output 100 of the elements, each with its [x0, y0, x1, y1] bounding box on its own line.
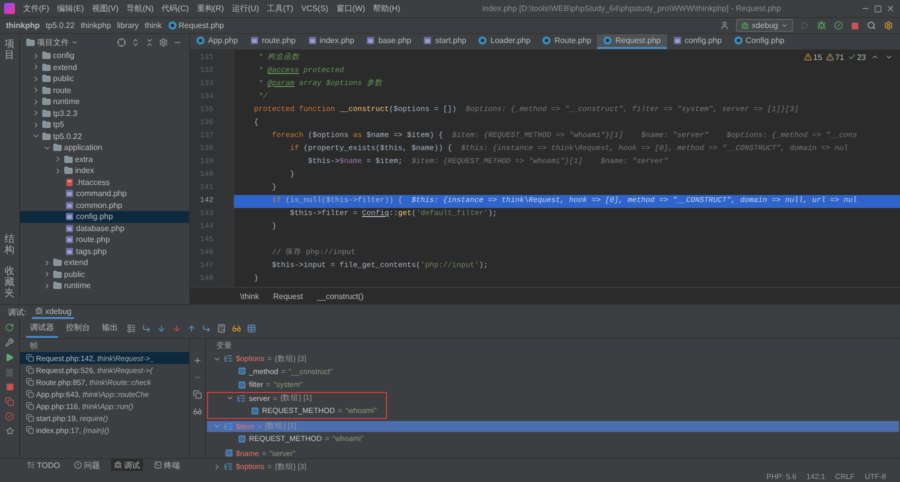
- editor-tab[interactable]: index.php: [302, 34, 360, 49]
- close-button[interactable]: [885, 3, 896, 14]
- editor-tab[interactable]: base.php: [360, 34, 418, 49]
- tree-item[interactable]: public: [20, 268, 189, 280]
- editor-tab[interactable]: start.php: [417, 34, 472, 49]
- tree-item[interactable]: common.php: [20, 200, 189, 211]
- pause-button[interactable]: [4, 367, 15, 378]
- array-icon: [224, 354, 233, 364]
- menu-item[interactable]: 帮助(H): [370, 2, 404, 15]
- tool-window-button[interactable]: 调试: [110, 459, 143, 472]
- evaluate-button[interactable]: [216, 323, 227, 334]
- bug-icon: [35, 307, 44, 315]
- menu-item[interactable]: 文件(F): [20, 2, 52, 15]
- tree-item[interactable]: tp5.0.22: [20, 130, 189, 142]
- editor-tab[interactable]: route.php: [244, 34, 302, 49]
- breadcrumb-item[interactable]: __construct(): [316, 292, 364, 300]
- weak-warning-count[interactable]: 71: [826, 52, 844, 62]
- tree-item[interactable]: route.php: [20, 234, 189, 246]
- breadcrumb-item[interactable]: Request.php: [168, 21, 224, 30]
- resume-button[interactable]: [4, 352, 15, 363]
- tree-item[interactable]: extend: [20, 257, 189, 268]
- locate-button[interactable]: [116, 36, 127, 48]
- tree-item[interactable]: runtime: [20, 96, 189, 108]
- favorites-button[interactable]: [4, 426, 14, 436]
- tool-window-tab[interactable]: 项目: [4, 38, 16, 62]
- menu-item[interactable]: 视图(V): [88, 2, 122, 15]
- folder-icon: [53, 270, 62, 279]
- maximize-button[interactable]: [873, 4, 883, 14]
- tool-window-button[interactable]: 问题: [70, 459, 103, 472]
- settings-button[interactable]: [4, 337, 15, 348]
- stop-button[interactable]: [850, 20, 860, 30]
- tree-item[interactable]: extend: [20, 62, 189, 73]
- tool-window-button[interactable]: 终端: [150, 459, 183, 472]
- debug-subtab[interactable]: 调试器: [26, 320, 58, 338]
- tree-item[interactable]: database.php: [20, 222, 189, 234]
- menu-item[interactable]: 运行(U): [228, 2, 262, 15]
- force-step-into-button[interactable]: [171, 323, 182, 334]
- tree-item[interactable]: command.php: [20, 188, 189, 200]
- layout-button[interactable]: [126, 323, 137, 334]
- run-to-cursor-button[interactable]: [201, 323, 212, 334]
- step-into-button[interactable]: [156, 323, 167, 334]
- tree-item[interactable]: config.php: [20, 211, 189, 222]
- tree-item[interactable]: extra: [20, 154, 189, 165]
- stop-button[interactable]: [4, 382, 14, 392]
- stop-icon: [851, 22, 859, 30]
- step-over-button[interactable]: [141, 323, 152, 334]
- breadcrumb-item[interactable]: \think: [240, 292, 260, 300]
- menu-item[interactable]: 代码(C): [158, 2, 192, 15]
- tree-item[interactable]: public: [20, 73, 189, 84]
- tree-item[interactable]: tp3.2.3: [20, 108, 189, 119]
- breadcrumb-item[interactable]: think: [144, 21, 162, 30]
- menu-item[interactable]: 编辑(E): [54, 2, 87, 15]
- chevron-down-icon: [885, 53, 893, 61]
- tree-item[interactable]: index: [20, 165, 189, 176]
- watch-button[interactable]: [231, 323, 242, 334]
- search-button[interactable]: [866, 20, 877, 31]
- menu-item[interactable]: 窗口(W): [333, 2, 368, 15]
- tree-item[interactable]: config: [20, 50, 189, 62]
- breadcrumb-item[interactable]: thinkphp: [80, 21, 111, 30]
- tool-window-tab[interactable]: 收藏夹: [4, 265, 16, 300]
- menu-item[interactable]: VCS(S): [298, 3, 332, 14]
- watch-toggle-button[interactable]: [192, 406, 203, 417]
- editor-tab[interactable]: Route.php: [536, 34, 598, 49]
- tree-item[interactable]: application: [20, 142, 189, 154]
- menu-item[interactable]: 重构(R): [194, 2, 227, 15]
- run-config-select[interactable]: xdebug: [736, 19, 793, 32]
- debug-button[interactable]: [816, 20, 827, 31]
- settings-button[interactable]: [158, 36, 169, 48]
- debug-subtab[interactable]: 控制台: [62, 320, 94, 338]
- warning-count[interactable]: 15: [804, 52, 822, 62]
- step-out-button[interactable]: [186, 323, 197, 334]
- copy-button[interactable]: [192, 389, 203, 400]
- breadcrumb-item[interactable]: tp5.0.22: [46, 21, 75, 30]
- tree-item[interactable]: .htaccess: [20, 176, 189, 188]
- tree-item[interactable]: runtime: [20, 280, 189, 292]
- breadcrumb-item[interactable]: library: [116, 21, 139, 30]
- editor-tab[interactable]: Loader.php: [472, 34, 536, 49]
- tree-item[interactable]: tp5: [20, 119, 189, 130]
- table-button[interactable]: [246, 323, 257, 334]
- tool-window-tab[interactable]: 结构: [4, 233, 16, 257]
- tree-item[interactable]: route: [20, 84, 189, 96]
- settings-button[interactable]: [883, 20, 894, 31]
- tree-item[interactable]: tags.php: [20, 246, 189, 257]
- editor-tab[interactable]: Config.php: [728, 34, 790, 49]
- breadcrumb-item[interactable]: Request: [273, 292, 303, 300]
- menu-item[interactable]: 导航(N): [124, 2, 157, 15]
- editor-tab[interactable]: config.php: [666, 34, 728, 49]
- mute-breakpoints-button[interactable]: [4, 411, 15, 422]
- tool-window-button[interactable]: TODO: [24, 459, 63, 472]
- editor-tab[interactable]: Request.php: [597, 34, 667, 49]
- ok-count[interactable]: 23: [848, 52, 866, 62]
- debug-subtab[interactable]: 输出: [98, 320, 122, 338]
- rerun-button[interactable]: [4, 322, 15, 333]
- user-button[interactable]: [718, 20, 730, 31]
- add-watch-button[interactable]: [192, 355, 203, 366]
- editor-tab[interactable]: App.php: [190, 34, 244, 49]
- session-tab[interactable]: xdebug: [32, 305, 74, 319]
- project-view-select[interactable]: 项目文件: [26, 36, 78, 48]
- breadcrumb-item[interactable]: thinkphp: [6, 21, 40, 30]
- menu-item[interactable]: 工具(T): [264, 2, 296, 15]
